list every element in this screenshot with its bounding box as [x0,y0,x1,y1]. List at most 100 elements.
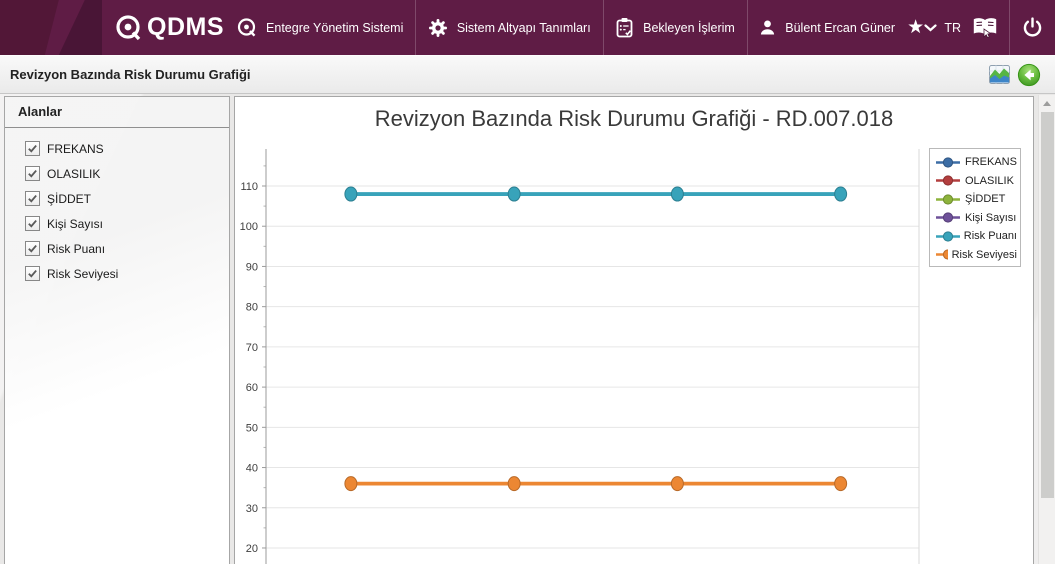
navbar-right-segment [58,0,103,55]
check-icon [28,269,37,278]
qdms-logo[interactable]: QDMS [102,13,224,42]
chart-plot: 20 30 40 50 60 70 80 90 100 110 [240,149,920,564]
y-tick-label: 60 [246,382,258,394]
sidebar-title: Alanlar [5,97,229,128]
y-tick-label: 50 [246,422,258,434]
qdms-app: QDMS Entegre Yönetim Sistemi Sistem Alty… [0,0,1055,564]
check-icon [28,194,37,203]
check-icon [28,219,37,228]
vertical-scrollbar [1038,95,1055,564]
star-icon: ★ [907,17,925,38]
language-label: TR [944,20,962,35]
legend-item[interactable]: ŞİDDET [935,190,1017,209]
navbar-logo-segment [0,0,59,55]
sidebar-item: FREKANS [25,141,229,156]
data-point-marker [834,186,848,202]
legend-item[interactable]: OLASILIK [935,172,1017,191]
scrollbar-up-arrow-icon[interactable] [1043,101,1051,106]
nav-item-label: Entegre Yönetim Sistemi [266,20,404,35]
page-title: Revizyon Bazında Risk Durumu Grafiği [10,67,251,82]
language-selector[interactable]: TR [924,0,961,55]
checkbox[interactable] [25,266,40,281]
legend-item[interactable]: Risk Seviyesi [935,246,1017,265]
legend-label: OLASILIK [965,174,1014,187]
legend-marker-icon [936,231,960,242]
user-menu[interactable]: Bülent Ercan Güner [747,0,907,55]
nav-item-sistem-altyapi-tanimlari[interactable]: Sistem Altyapı Tanımları [416,0,603,55]
user-name-label: Bülent Ercan Güner [785,20,896,35]
checkbox[interactable] [25,216,40,231]
logout-button[interactable] [1010,0,1055,55]
sidebar-item-label[interactable]: OLASILIK [47,167,100,181]
qdms-logo-text: QDMS [147,13,225,41]
nav-item-bekleyen-islerim[interactable]: Bekleyen İşlerim [603,0,747,55]
data-point-marker [670,476,684,492]
legend-item[interactable]: FREKANS [935,153,1017,172]
toolbar-icons [989,56,1041,93]
check-icon [28,169,37,178]
checkbox[interactable] [25,241,40,256]
top-navbar: QDMS Entegre Yönetim Sistemi Sistem Alty… [0,0,1055,55]
legend-marker-icon [936,249,948,260]
chart-legend: FREKANS OLASILIK ŞİDDET Kişi Sayısı Risk Pua… [929,148,1021,267]
y-tick-label: 80 [246,302,258,314]
check-icon [28,144,37,153]
favorites-button[interactable]: ★ [907,0,924,55]
back-arrow-icon [1017,63,1041,86]
chart-title: Revizyon Bazında Risk Durumu Grafiği - R… [374,106,894,131]
sidebar-item-label[interactable]: FREKANS [47,142,104,156]
checkbox[interactable] [25,141,40,156]
legend-marker-icon [936,175,960,186]
power-icon [1023,17,1042,37]
y-tick-label: 30 [246,503,258,515]
legend-label: Kişi Sayısı [965,211,1017,224]
legend-marker-icon [936,157,960,168]
chart-view-button[interactable] [989,65,1010,84]
sidebar-item-label[interactable]: Risk Seviyesi [47,267,118,281]
checkbox[interactable] [25,191,40,206]
sidebar-item: OLASILIK [25,166,229,181]
legend-marker-icon [936,194,960,205]
clipboard-icon [616,18,633,38]
nav-item-label: Bekleyen İşlerim [643,20,735,35]
y-tick-label: 90 [246,261,258,273]
help-library-button[interactable] [961,0,1009,55]
back-button[interactable] [1017,63,1041,87]
data-point-marker [834,476,848,492]
y-tick-label: 110 [240,181,258,193]
legend-item[interactable]: Risk Puanı [935,227,1017,246]
user-icon [761,20,775,35]
data-point-marker [344,186,358,202]
legend-label: Risk Seviyesi [951,248,1017,261]
data-point-marker [344,476,358,492]
nav-item-label: Sistem Altyapı Tanımları [456,20,591,35]
scrollbar-thumb[interactable] [1041,112,1054,498]
legend-label: ŞİDDET [965,193,1006,206]
chart-panel: 20 30 40 50 60 70 80 90 100 110 Revizyon Bazında … [234,96,1034,564]
qdms-circle-icon [237,18,256,37]
nav-item-entegre-yonetim-sistemi[interactable]: Entegre Yönetim Sistemi [224,0,415,55]
y-tick-label: 20 [246,543,258,555]
data-point-marker [507,186,521,202]
open-book-icon [973,18,996,39]
legend-label: FREKANS [965,156,1017,169]
sidebar-item-label[interactable]: Kişi Sayısı [47,217,103,231]
chart-image-icon [989,65,1010,84]
sidebar-item: ŞİDDET [25,191,229,206]
checkbox[interactable] [25,166,40,181]
sidebar-item: Risk Puanı [25,241,229,256]
navbar-right-cluster [961,0,1055,55]
gear-icon [428,18,447,37]
chevron-down-icon [924,23,937,31]
page-toolbar: Revizyon Bazında Risk Durumu Grafiği [0,55,1055,94]
sidebar-item-label[interactable]: Risk Puanı [47,242,105,256]
y-tick-label: 40 [246,463,258,475]
sidebar-item: Kişi Sayısı [25,216,229,231]
sidebar-item-label[interactable]: ŞİDDET [47,192,91,206]
check-icon [28,244,37,253]
sidebar-checkbox-list: FREKANS OLASILIK ŞİDDET Kişi Sayısı Risk Pua… [5,128,229,281]
legend-item[interactable]: Kişi Sayısı [935,209,1017,228]
y-tick-label: 70 [246,342,258,354]
legend-label: Risk Puanı [963,230,1017,243]
sidebar-item: Risk Seviyesi [25,266,229,281]
